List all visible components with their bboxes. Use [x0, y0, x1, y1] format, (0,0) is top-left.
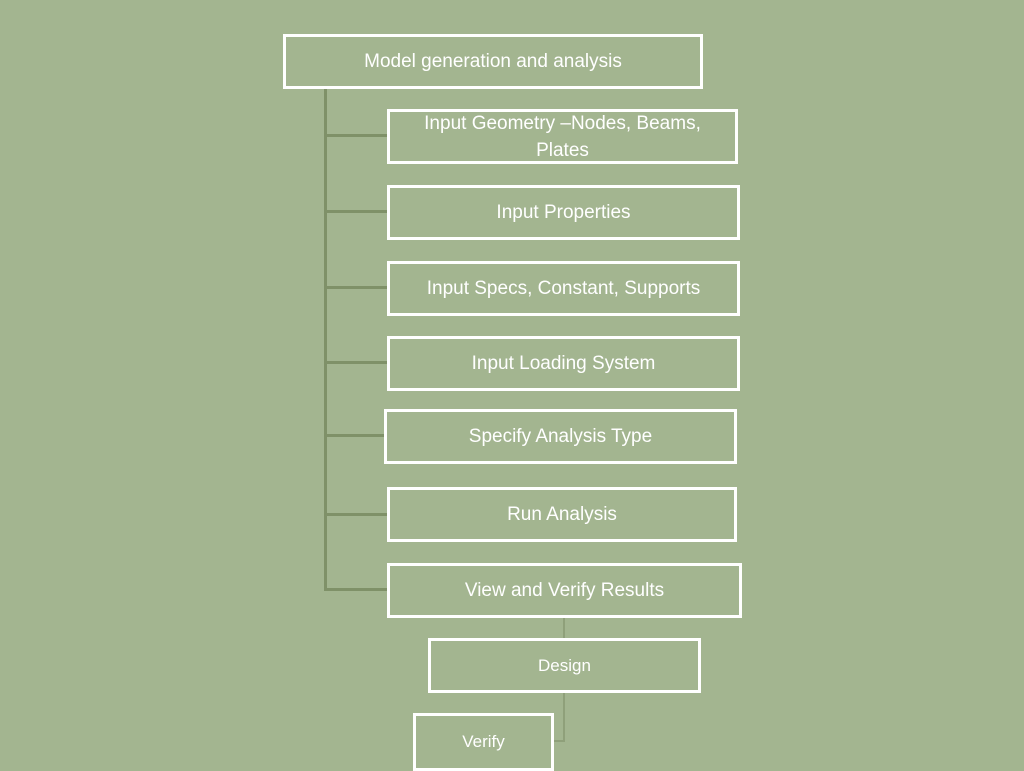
- root-node-label: Model generation and analysis: [364, 50, 622, 72]
- step-node-input-geometry: Input Geometry –Nodes, Beams, Plates: [387, 109, 738, 164]
- connector-results-to-design: [563, 618, 565, 638]
- step-node-input-loading: Input Loading System: [387, 336, 740, 391]
- step-node-label: Input Specs, Constant, Supports: [426, 277, 701, 299]
- step-node-label: Input Properties: [496, 201, 631, 223]
- connector-design-to-verify-vertical: [563, 693, 565, 742]
- step-node-input-properties: Input Properties: [387, 185, 740, 240]
- root-node-model-generation: Model generation and analysis: [283, 34, 703, 89]
- step-node-label: View and Verify Results: [464, 579, 665, 601]
- step-node-label: Input Geometry –Nodes, Beams, Plates: [424, 112, 701, 161]
- step-node-label: Input Loading System: [471, 352, 656, 374]
- verify-node: Verify: [413, 713, 554, 771]
- design-node-label: Design: [538, 655, 591, 675]
- connector-branch-step-2: [324, 286, 387, 289]
- step-node-specify-analysis-type: Specify Analysis Type: [384, 409, 737, 464]
- connector-design-to-verify-horizontal: [554, 740, 565, 742]
- connector-branch-step-1: [324, 210, 387, 213]
- connector-branch-step-6: [324, 588, 387, 591]
- step-node-label: Specify Analysis Type: [468, 425, 653, 447]
- connector-branch-step-4: [324, 434, 384, 437]
- verify-node-label: Verify: [462, 732, 505, 751]
- connector-branch-step-3: [324, 361, 387, 364]
- step-node-run-analysis: Run Analysis: [387, 487, 737, 542]
- design-node: Design: [428, 638, 701, 693]
- step-node-input-specs: Input Specs, Constant, Supports: [387, 261, 740, 316]
- connector-branch-step-0: [324, 134, 387, 137]
- step-node-label: Run Analysis: [507, 503, 617, 525]
- connector-branch-step-5: [324, 513, 387, 516]
- step-node-view-verify-results: View and Verify Results: [387, 563, 742, 618]
